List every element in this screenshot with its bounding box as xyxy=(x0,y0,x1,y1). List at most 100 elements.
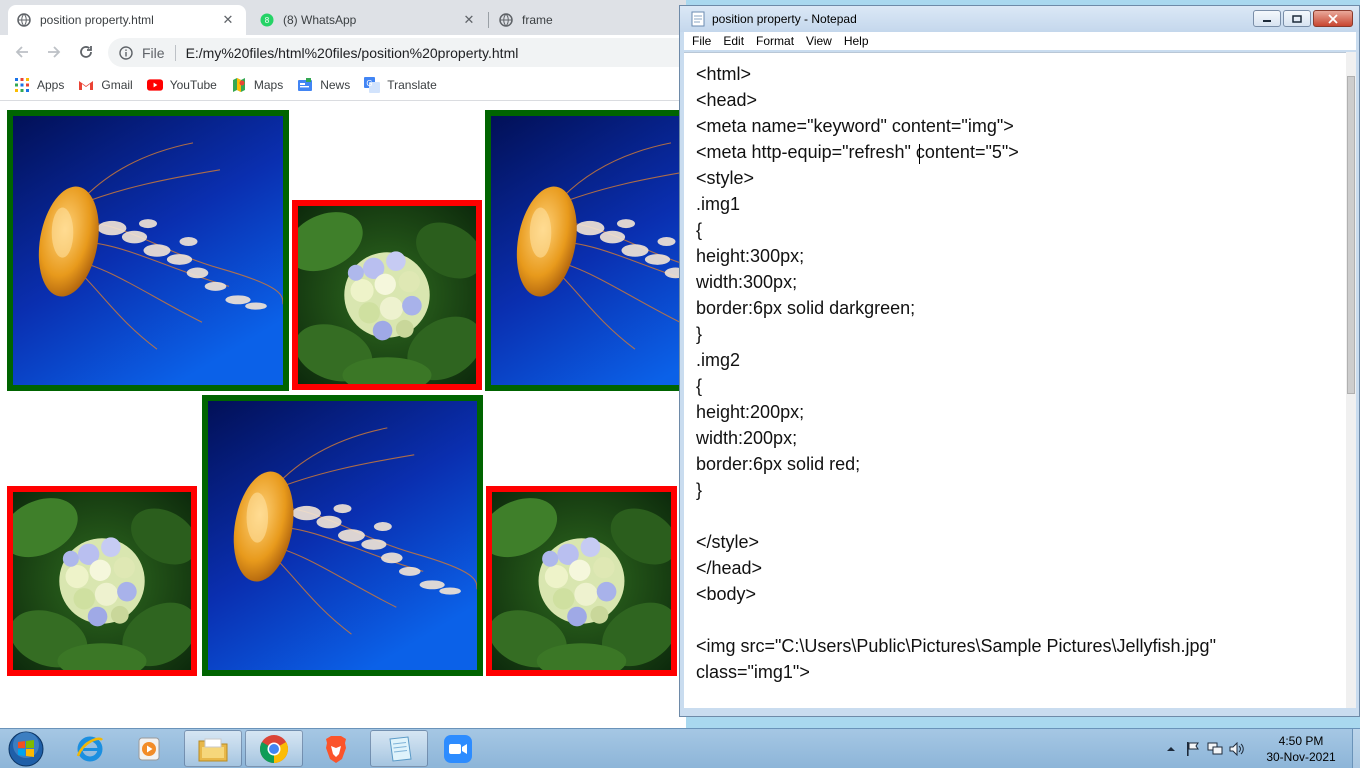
restore-button[interactable] xyxy=(1283,10,1311,27)
taskbar-brave[interactable] xyxy=(307,730,365,767)
bookmark-apps[interactable]: Apps xyxy=(14,77,64,93)
code-line: height:300px; xyxy=(696,246,805,266)
info-icon[interactable] xyxy=(118,45,134,61)
bookmark-maps[interactable]: Maps xyxy=(231,77,283,93)
code-line: <meta http-equip="refresh" content="5"> xyxy=(696,142,1019,162)
menu-file[interactable]: File xyxy=(692,34,711,48)
bookmark-translate[interactable]: G Translate xyxy=(364,76,437,93)
scheme-label: File xyxy=(142,44,165,61)
ie-icon xyxy=(76,736,103,761)
jellyfish-image xyxy=(485,110,686,391)
reload-button[interactable] xyxy=(74,40,98,64)
zoom-icon xyxy=(444,734,472,763)
menu-format[interactable]: Format xyxy=(756,34,794,48)
menu-help[interactable]: Help xyxy=(844,34,869,48)
news-icon xyxy=(297,77,313,93)
code-line: <body> xyxy=(696,584,757,604)
tab-frame[interactable]: frame xyxy=(490,5,686,35)
forward-arrow-icon xyxy=(48,46,61,58)
close-button[interactable] xyxy=(1313,10,1353,27)
bookmark-gmail[interactable]: Gmail xyxy=(78,77,133,93)
show-desktop-button[interactable] xyxy=(1352,729,1360,768)
tab-whatsapp[interactable]: 8 (8) WhatsApp ✕ xyxy=(251,5,487,35)
hydrangea-image xyxy=(292,200,482,390)
code-line: .img1 xyxy=(696,194,741,214)
whatsapp-icon: 8 xyxy=(259,12,275,28)
page-content xyxy=(0,102,686,728)
notepad-title: position property - Notepad xyxy=(712,12,857,26)
code-line: <html> xyxy=(696,64,752,84)
media-player-icon xyxy=(138,737,160,760)
tab-separator xyxy=(488,12,489,28)
taskbar: 4:50 PM 30-Nov-2021 xyxy=(0,728,1360,768)
notepad-icon xyxy=(389,735,412,762)
svg-text:8: 8 xyxy=(265,16,270,25)
vertical-scrollbar[interactable] xyxy=(1346,52,1356,708)
tab-position-property[interactable]: position property.html ✕ xyxy=(8,5,246,35)
hydrangea-image xyxy=(7,486,197,676)
reload-icon xyxy=(80,46,92,58)
notepad-title-bar[interactable]: position property - Notepad xyxy=(680,6,1359,32)
close-tab-icon[interactable]: ✕ xyxy=(220,12,236,28)
translate-icon: G xyxy=(364,76,381,93)
start-button[interactable] xyxy=(6,730,46,768)
menu-edit[interactable]: Edit xyxy=(723,34,744,48)
url-text[interactable]: E:/my%20files/html%20files/position%20pr… xyxy=(186,45,519,61)
taskbar-file-explorer[interactable] xyxy=(184,730,242,767)
code-line: height:200px; xyxy=(696,402,805,422)
jellyfish-image xyxy=(202,395,483,676)
code-line: border:6px solid red; xyxy=(696,454,861,474)
bookmark-label: Apps xyxy=(37,77,65,92)
code-line: class="img1"> xyxy=(696,662,810,682)
bookmark-label: Gmail xyxy=(101,77,133,92)
code-line: { xyxy=(696,376,703,396)
minimize-button[interactable] xyxy=(1253,10,1281,27)
page-globe-icon xyxy=(498,12,514,28)
network-icon[interactable] xyxy=(1206,740,1224,758)
scrollbar-thumb[interactable] xyxy=(1347,76,1355,394)
bookmark-label: News xyxy=(320,77,351,92)
bookmark-news[interactable]: News xyxy=(297,77,350,93)
system-clock[interactable]: 4:50 PM 30-Nov-2021 xyxy=(1256,733,1346,765)
page-globe-icon xyxy=(16,12,32,28)
forward-button[interactable] xyxy=(42,40,66,64)
taskbar-notepad[interactable] xyxy=(370,730,428,767)
back-arrow-icon xyxy=(15,46,28,58)
chrome-icon xyxy=(260,734,288,763)
volume-icon[interactable] xyxy=(1228,740,1246,758)
youtube-icon xyxy=(146,77,163,93)
desktop: position property.html ✕ 8 (8) WhatsApp … xyxy=(0,0,1360,768)
code-line: <style> xyxy=(696,168,755,188)
code-line-with-caret: <meta http-equip="refresh" content="5"> xyxy=(696,139,1019,165)
address-bar[interactable]: File E:/my%20files/html%20files/position… xyxy=(108,38,686,67)
window-controls xyxy=(1251,10,1353,27)
action-center-flag-icon[interactable] xyxy=(1184,740,1202,758)
taskbar-ie[interactable] xyxy=(61,730,119,767)
system-tray xyxy=(1158,731,1246,767)
brave-icon xyxy=(326,735,346,763)
jellyfish-image xyxy=(7,110,289,391)
back-button[interactable] xyxy=(10,40,34,64)
code-line: <img src="C:\Users\Public\Pictures\Sampl… xyxy=(696,636,1216,656)
taskbar-zoom[interactable] xyxy=(429,730,487,767)
menu-view[interactable]: View xyxy=(806,34,832,48)
tab-title: position property.html xyxy=(40,13,154,27)
notepad-text-area[interactable]: <html> <head> <meta name="keyword" conte… xyxy=(684,52,1346,708)
code-line: { xyxy=(696,220,703,240)
show-hidden-icons-icon[interactable] xyxy=(1162,740,1180,758)
close-tab-icon[interactable]: ✕ xyxy=(461,12,477,28)
taskbar-media-player[interactable] xyxy=(120,730,178,767)
apps-grid-icon xyxy=(14,77,30,93)
close-icon xyxy=(1328,13,1338,24)
notepad-icon xyxy=(690,11,706,27)
code-line: } xyxy=(696,324,703,344)
tab-title: (8) WhatsApp xyxy=(283,13,357,27)
maps-icon xyxy=(231,77,247,93)
notepad-menu-bar: File Edit Format View Help xyxy=(684,32,1356,50)
bookmark-youtube[interactable]: YouTube xyxy=(146,77,217,93)
minimize-icon xyxy=(1263,19,1271,22)
code-line: <meta name="keyword" content="img"> xyxy=(696,116,1014,136)
gmail-icon xyxy=(78,77,94,93)
taskbar-chrome[interactable] xyxy=(245,730,303,767)
bookmark-label: YouTube xyxy=(169,77,217,92)
